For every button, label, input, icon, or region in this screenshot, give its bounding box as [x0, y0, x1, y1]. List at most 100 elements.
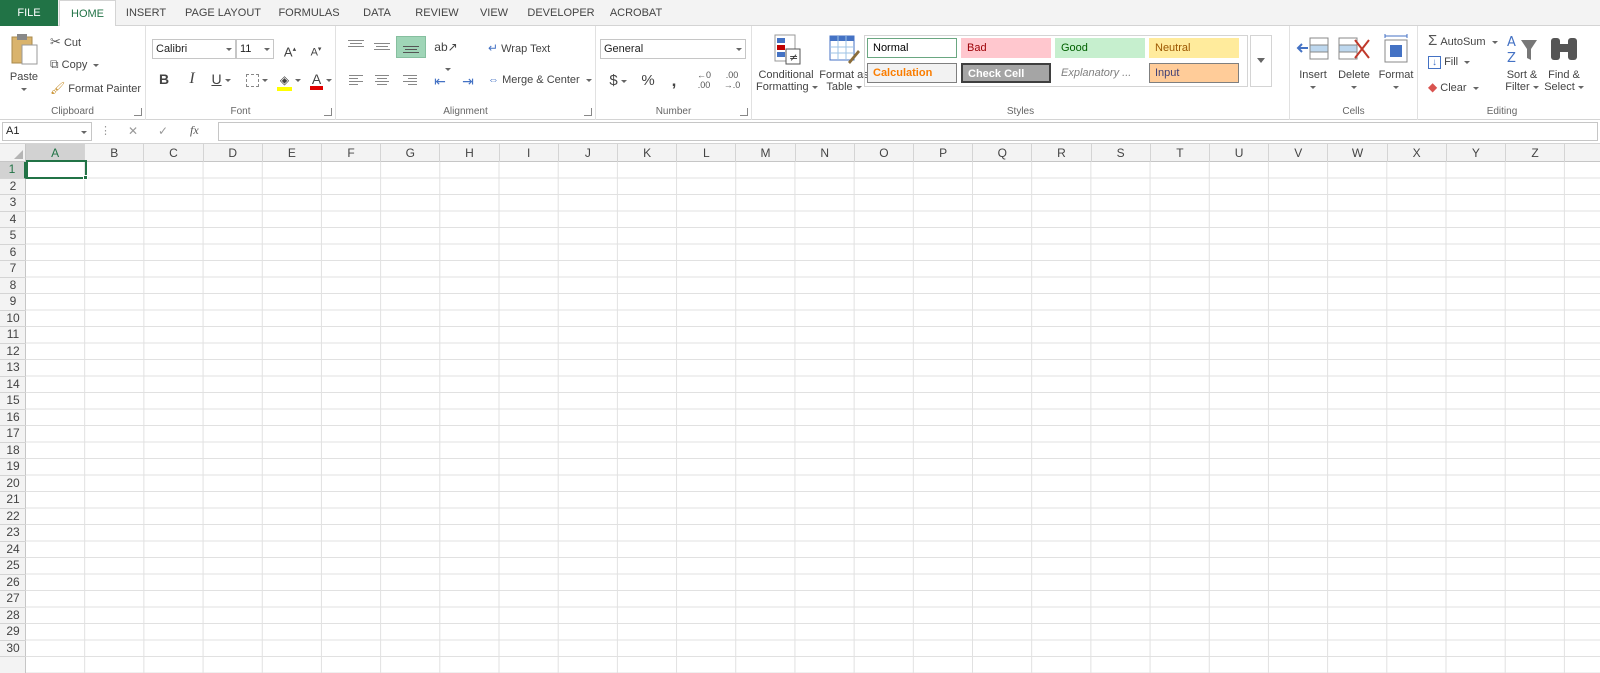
- column-header-o[interactable]: O: [855, 144, 914, 162]
- fill-handle[interactable]: [83, 175, 88, 180]
- row-header-25[interactable]: 25: [0, 558, 26, 575]
- column-header-u[interactable]: U: [1210, 144, 1270, 162]
- row-header-14[interactable]: 14: [0, 377, 26, 393]
- increase-indent-icon[interactable]: ⇥: [456, 70, 480, 92]
- tab-developer[interactable]: DEVELOPER: [522, 0, 600, 26]
- insert-dropdown-icon[interactable]: [1310, 85, 1316, 89]
- bottom-align-icon[interactable]: [396, 36, 426, 58]
- row-header-1[interactable]: 1: [0, 162, 26, 179]
- font-size-dropdown-icon[interactable]: [264, 48, 270, 51]
- font-size-combo[interactable]: 11: [236, 39, 274, 59]
- style-check-cell[interactable]: Check Cell: [961, 63, 1051, 83]
- row-header-30[interactable]: 30: [0, 641, 26, 657]
- row-header-4[interactable]: 4: [0, 212, 26, 228]
- row-header-6[interactable]: 6: [0, 245, 26, 261]
- underline-button[interactable]: U: [206, 68, 236, 90]
- row-header-20[interactable]: 20: [0, 476, 26, 492]
- shrink-font-button[interactable]: A▾: [304, 39, 328, 61]
- column-header-p[interactable]: P: [914, 144, 974, 162]
- merge-center-button[interactable]: ⇔ Merge & Center: [488, 74, 592, 86]
- tab-formulas[interactable]: FORMULAS: [272, 0, 346, 26]
- fill-color-button[interactable]: ◈: [274, 68, 304, 91]
- conditional-formatting-button[interactable]: ≠ Conditional Formatting: [756, 32, 818, 93]
- column-header-v[interactable]: V: [1269, 144, 1329, 162]
- increase-decimal-button[interactable]: ←0 .00: [692, 70, 716, 90]
- top-align-icon[interactable]: [344, 36, 368, 58]
- row-header-22[interactable]: 22: [0, 509, 26, 525]
- conditional-formatting-dropdown-icon[interactable]: [811, 85, 818, 89]
- select-all-button[interactable]: [0, 144, 26, 162]
- clipboard-launcher-icon[interactable]: [134, 108, 142, 116]
- cut-button[interactable]: ✂ Cut: [50, 34, 81, 50]
- column-header-q[interactable]: Q: [973, 144, 1033, 162]
- column-header-h[interactable]: H: [440, 144, 500, 162]
- tab-file[interactable]: FILE: [0, 0, 58, 26]
- number-launcher-icon[interactable]: [740, 108, 748, 116]
- tab-view[interactable]: VIEW: [470, 0, 518, 26]
- wrap-text-button[interactable]: ↵ Wrap Text: [488, 41, 550, 55]
- column-header-t[interactable]: T: [1151, 144, 1210, 162]
- insert-cells-button[interactable]: Insert: [1294, 32, 1332, 93]
- row-header-28[interactable]: 28: [0, 608, 26, 624]
- merge-center-dropdown-icon[interactable]: [585, 78, 592, 82]
- align-center-icon[interactable]: [370, 70, 394, 92]
- column-header-k[interactable]: K: [618, 144, 678, 162]
- row-header-13[interactable]: 13: [0, 360, 26, 377]
- row-header-15[interactable]: 15: [0, 393, 26, 410]
- format-painter-button[interactable]: 🖌 Format Painter: [50, 81, 141, 97]
- tab-insert[interactable]: INSERT: [118, 0, 174, 26]
- style-input[interactable]: Input: [1149, 63, 1239, 83]
- formula-input[interactable]: [218, 122, 1598, 141]
- style-good[interactable]: Good: [1055, 38, 1145, 58]
- format-as-table-dropdown-icon[interactable]: [855, 85, 862, 89]
- column-header-x[interactable]: X: [1388, 144, 1447, 162]
- comma-button[interactable]: ,: [662, 70, 686, 92]
- grow-font-button[interactable]: A▴: [278, 39, 302, 61]
- tab-acrobat[interactable]: ACROBAT: [604, 0, 668, 26]
- active-cell[interactable]: [26, 160, 87, 179]
- column-header-y[interactable]: Y: [1447, 144, 1506, 162]
- alignment-launcher-icon[interactable]: [584, 108, 592, 116]
- row-header-10[interactable]: 10: [0, 311, 26, 327]
- orientation-button[interactable]: ab↗: [430, 36, 462, 72]
- font-name-dropdown-icon[interactable]: [226, 48, 232, 51]
- currency-button[interactable]: $: [602, 70, 634, 92]
- row-header-8[interactable]: 8: [0, 278, 26, 294]
- row-header-23[interactable]: 23: [0, 525, 26, 542]
- column-header-g[interactable]: G: [381, 144, 441, 162]
- autosum-button[interactable]: Σ AutoSum: [1428, 32, 1498, 49]
- row-header-17[interactable]: 17: [0, 426, 26, 443]
- style-bad[interactable]: Bad: [961, 38, 1051, 58]
- row-header-29[interactable]: 29: [0, 624, 26, 641]
- delete-dropdown-icon[interactable]: [1351, 85, 1357, 89]
- name-box-dropdown-icon[interactable]: [81, 131, 87, 134]
- cancel-icon[interactable]: ✕: [128, 124, 138, 138]
- enter-icon[interactable]: ✓: [158, 124, 168, 138]
- borders-dropdown-icon[interactable]: [262, 78, 268, 82]
- align-left-icon[interactable]: [344, 70, 368, 92]
- row-header-2[interactable]: 2: [0, 179, 26, 195]
- name-box[interactable]: A1: [2, 122, 92, 141]
- middle-align-icon[interactable]: [370, 36, 394, 58]
- column-header-w[interactable]: W: [1328, 144, 1388, 162]
- style-neutral[interactable]: Neutral: [1149, 38, 1239, 58]
- column-header-d[interactable]: D: [204, 144, 263, 162]
- row-header-7[interactable]: 7: [0, 261, 26, 278]
- percent-button[interactable]: %: [636, 70, 660, 92]
- insert-function-icon[interactable]: fx: [190, 123, 199, 138]
- autosum-dropdown-icon[interactable]: [1491, 40, 1498, 44]
- row-header-9[interactable]: 9: [0, 294, 26, 311]
- row-header-21[interactable]: 21: [0, 492, 26, 509]
- row-header-5[interactable]: 5: [0, 228, 26, 245]
- style-calculation[interactable]: Calculation: [867, 63, 957, 83]
- column-header-s[interactable]: S: [1092, 144, 1151, 162]
- find-select-dropdown-icon[interactable]: [1577, 85, 1584, 89]
- tab-page-layout[interactable]: PAGE LAYOUT: [178, 0, 268, 26]
- styles-more-button[interactable]: [1250, 35, 1272, 87]
- align-right-icon[interactable]: [398, 70, 422, 92]
- row-header-19[interactable]: 19: [0, 459, 26, 476]
- format-cells-button[interactable]: Format: [1376, 32, 1416, 93]
- row-header-3[interactable]: 3: [0, 195, 26, 212]
- column-header-e[interactable]: E: [263, 144, 322, 162]
- row-header-16[interactable]: 16: [0, 410, 26, 426]
